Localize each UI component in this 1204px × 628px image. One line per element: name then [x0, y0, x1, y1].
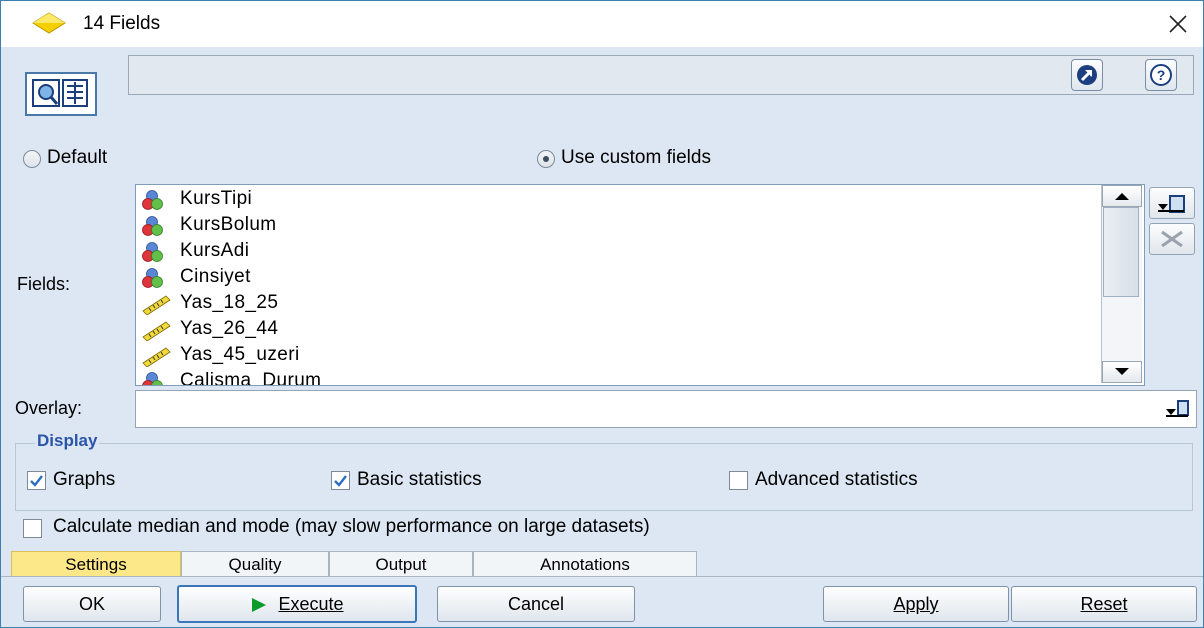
nominal-field-icon [142, 216, 163, 236]
field-name: Yas_18_25 [180, 292, 279, 313]
tab-settings[interactable]: Settings [11, 551, 181, 577]
basic-statistics-checkbox[interactable] [331, 471, 350, 490]
field-picker-icon [1158, 195, 1185, 213]
list-item[interactable]: Yas_18_25 [136, 291, 1096, 317]
list-item[interactable]: Yas_45_uzeri [136, 343, 1096, 369]
custom-fields-label: Use custom fields [561, 147, 711, 168]
fields-scrollbar[interactable] [1101, 185, 1142, 383]
field-name: Yas_45_uzeri [180, 344, 300, 365]
window-title: 14 Fields [83, 13, 161, 34]
advanced-statistics-checkbox[interactable] [729, 471, 748, 490]
advanced-statistics-label: Advanced statistics [755, 469, 918, 490]
tab-output[interactable]: Output [329, 551, 473, 577]
list-item[interactable]: KursTipi [136, 187, 1096, 213]
help-button[interactable]: ? [1145, 59, 1177, 91]
list-item[interactable]: Calisma_Durum [136, 369, 1096, 386]
median-mode-checkbox[interactable] [23, 519, 42, 538]
path-field [128, 55, 1194, 95]
list-item[interactable]: Yas_26_44 [136, 317, 1096, 343]
custom-fields-radio[interactable] [537, 150, 555, 168]
list-item[interactable]: KursAdi [136, 239, 1096, 265]
cancel-label: Cancel [507, 594, 565, 614]
play-icon [252, 598, 267, 613]
scroll-up-button[interactable] [1102, 185, 1142, 207]
tab-annotations[interactable]: Annotations [473, 551, 697, 577]
scroll-thumb[interactable] [1103, 207, 1139, 297]
title-bar: 14 Fields [1, 1, 1203, 47]
delete-icon [1161, 230, 1183, 248]
continuous-field-icon [142, 347, 171, 367]
field-name: KursTipi [180, 188, 253, 209]
cancel-button[interactable]: Cancel [437, 586, 635, 622]
fields-list[interactable]: KursTipi KursBolum KursAdi Cinsiyet Yas_18_2… [135, 184, 1145, 386]
tab-divider [1, 576, 1203, 577]
graphs-checkbox[interactable] [27, 471, 46, 490]
basic-statistics-label: Basic statistics [357, 469, 482, 490]
display-group-title: Display [35, 431, 100, 451]
field-name: KursBolum [180, 214, 277, 235]
field-picker-icon[interactable] [1162, 395, 1192, 423]
svg-text:?: ? [1157, 67, 1166, 83]
field-name: Calisma_Durum [180, 370, 322, 386]
apply-button[interactable]: Apply [823, 586, 1009, 622]
ok-label: OK [78, 594, 105, 614]
graphs-label: Graphs [53, 469, 116, 490]
field-name: KursAdi [180, 240, 250, 261]
overlay-field[interactable] [135, 390, 1197, 428]
list-item[interactable]: Cinsiyet [136, 265, 1096, 291]
help-icon: ? [1150, 64, 1172, 86]
nominal-field-icon [142, 242, 163, 262]
median-mode-label: Calculate median and mode (may slow perf… [53, 516, 650, 537]
data-audit-icon [25, 72, 97, 116]
apply-label: Apply [893, 594, 939, 614]
reset-button[interactable]: Reset [1011, 586, 1197, 622]
launch-button[interactable] [1071, 59, 1103, 91]
execute-label: Execute [278, 594, 344, 614]
nominal-field-icon [142, 190, 163, 210]
ok-button[interactable]: OK [23, 586, 161, 622]
nominal-field-icon [142, 268, 163, 288]
field-name: Cinsiyet [180, 266, 251, 287]
default-label: Default [47, 147, 108, 168]
fields-label: Fields: [17, 274, 71, 294]
display-group [15, 443, 1193, 511]
dialog-window: 14 Fields ? Default Use custom fields Fi… [0, 0, 1204, 628]
default-radio[interactable] [23, 150, 41, 168]
execute-button[interactable]: Execute [177, 585, 417, 623]
list-item[interactable]: KursBolum [136, 213, 1096, 239]
field-name: Yas_26_44 [180, 318, 279, 339]
continuous-field-icon [142, 321, 171, 341]
close-icon[interactable] [1161, 7, 1195, 41]
overlay-label: Overlay: [15, 398, 83, 418]
continuous-field-icon [142, 295, 171, 315]
diamond-node-icon [32, 12, 66, 34]
reset-label: Reset [1080, 594, 1128, 614]
field-picker-button[interactable] [1149, 187, 1195, 219]
delete-field-button[interactable] [1149, 223, 1195, 255]
tab-quality[interactable]: Quality [181, 551, 329, 577]
scroll-down-button[interactable] [1102, 361, 1142, 383]
launch-icon [1077, 65, 1097, 85]
nominal-field-icon [142, 372, 163, 385]
